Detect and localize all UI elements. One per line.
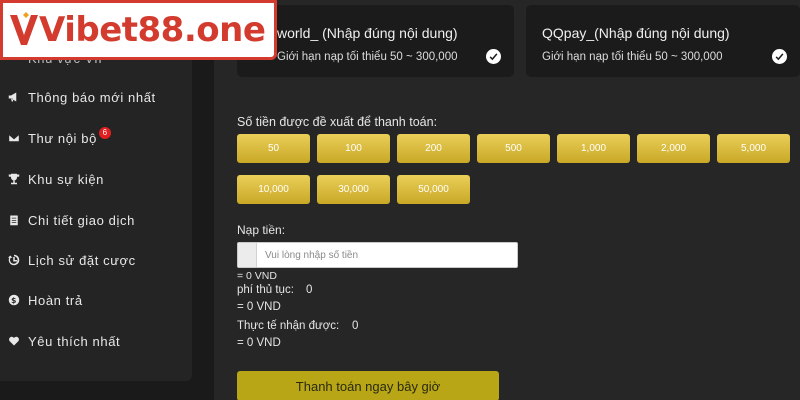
heart-icon: [6, 333, 22, 349]
payment-method-title: QQpay_(Nhập đúng nội dung): [542, 25, 730, 41]
amount-button[interactable]: 1,000: [557, 134, 630, 163]
sidebar-item-label: Yêu thích nhất: [28, 333, 121, 349]
sidebar-item-label: Chi tiết giao dịch: [28, 212, 135, 228]
fee-converted: = 0 VND: [237, 301, 281, 313]
sidebar-item-transactions[interactable]: Chi tiết giao dịch: [6, 210, 135, 230]
input-prefix: [238, 243, 257, 267]
amount-button[interactable]: 10,000: [237, 175, 310, 204]
sidebar-item-label: Thư nội bộ: [28, 130, 97, 146]
amount-button[interactable]: 30,000: [317, 175, 390, 204]
brand-logo[interactable]: Vibet88.one: [0, 0, 277, 60]
amount-button[interactable]: 2,000: [637, 134, 710, 163]
payment-method-limit: Giới hạn nạp tối thiểu 50 ~ 300,000: [542, 51, 723, 63]
fee-label: phí thủ tục:: [237, 284, 294, 296]
sidebar-item-notifications[interactable]: Thông báo mới nhất: [6, 87, 156, 107]
sidebar-item-label: Hoàn trả: [28, 292, 83, 308]
payment-method-card[interactable]: world_ (Nhập đúng nội dung) Giới hạn nạp…: [237, 5, 514, 77]
amount-button[interactable]: 200: [397, 134, 470, 163]
fee-value: 0: [306, 284, 313, 296]
payment-method-limit: Giới hạn nạp tối thiểu 50 ~ 300,000: [277, 51, 458, 63]
check-icon: [772, 49, 787, 64]
amount-button[interactable]: 5,000: [717, 134, 790, 163]
megaphone-icon: [6, 89, 22, 105]
sidebar-item-label: Thông báo mới nhất: [28, 89, 156, 105]
sidebar-item-rebate[interactable]: $ Hoàn trả: [6, 290, 83, 310]
amount-button[interactable]: 50,000: [397, 175, 470, 204]
deposit-converted: = 0 VND: [237, 270, 277, 282]
payment-method-card[interactable]: QQpay_(Nhập đúng nội dung) Giới hạn nạp …: [526, 5, 800, 77]
sidebar-item-events[interactable]: Khu sự kiện: [6, 169, 104, 189]
amount-button[interactable]: 50: [237, 134, 310, 163]
check-icon: [486, 49, 501, 64]
sidebar-item-favorites[interactable]: Yêu thích nhất: [6, 331, 120, 351]
logo-v-icon: [10, 12, 38, 45]
payment-method-title: world_ (Nhập đúng nội dung): [277, 25, 458, 41]
actual-received-value: 0: [352, 320, 359, 332]
amount-button[interactable]: 500: [477, 134, 550, 163]
dollar-icon: $: [6, 292, 22, 308]
amount-button[interactable]: 100: [317, 134, 390, 163]
clipboard-icon: [6, 212, 22, 228]
pay-now-button[interactable]: Thanh toán ngay bây giờ: [237, 371, 499, 400]
deposit-input-group: [237, 242, 518, 268]
envelope-icon: [6, 130, 22, 146]
actual-received-label: Thực tế nhận được:: [237, 320, 340, 332]
unread-badge: 6: [98, 127, 111, 139]
history-icon: [6, 252, 22, 268]
suggested-amount-label: Số tiền được đề xuất để thanh toán:: [237, 115, 438, 129]
trophy-icon: [6, 171, 22, 187]
sidebar-item-label: Lịch sử đặt cược: [28, 252, 136, 268]
svg-text:$: $: [11, 296, 17, 305]
sidebar-item-label: Khu sự kiện: [28, 171, 105, 187]
deposit-amount-input[interactable]: [257, 243, 517, 267]
deposit-label: Nạp tiền:: [237, 223, 286, 237]
sidebar-item-inbox[interactable]: Thư nội bộ 6: [6, 127, 111, 148]
sidebar-item-bet-history[interactable]: Lịch sử đặt cược: [6, 250, 136, 270]
logo-text: Vibet88.one: [39, 10, 266, 50]
actual-received-converted: = 0 VND: [237, 337, 281, 349]
